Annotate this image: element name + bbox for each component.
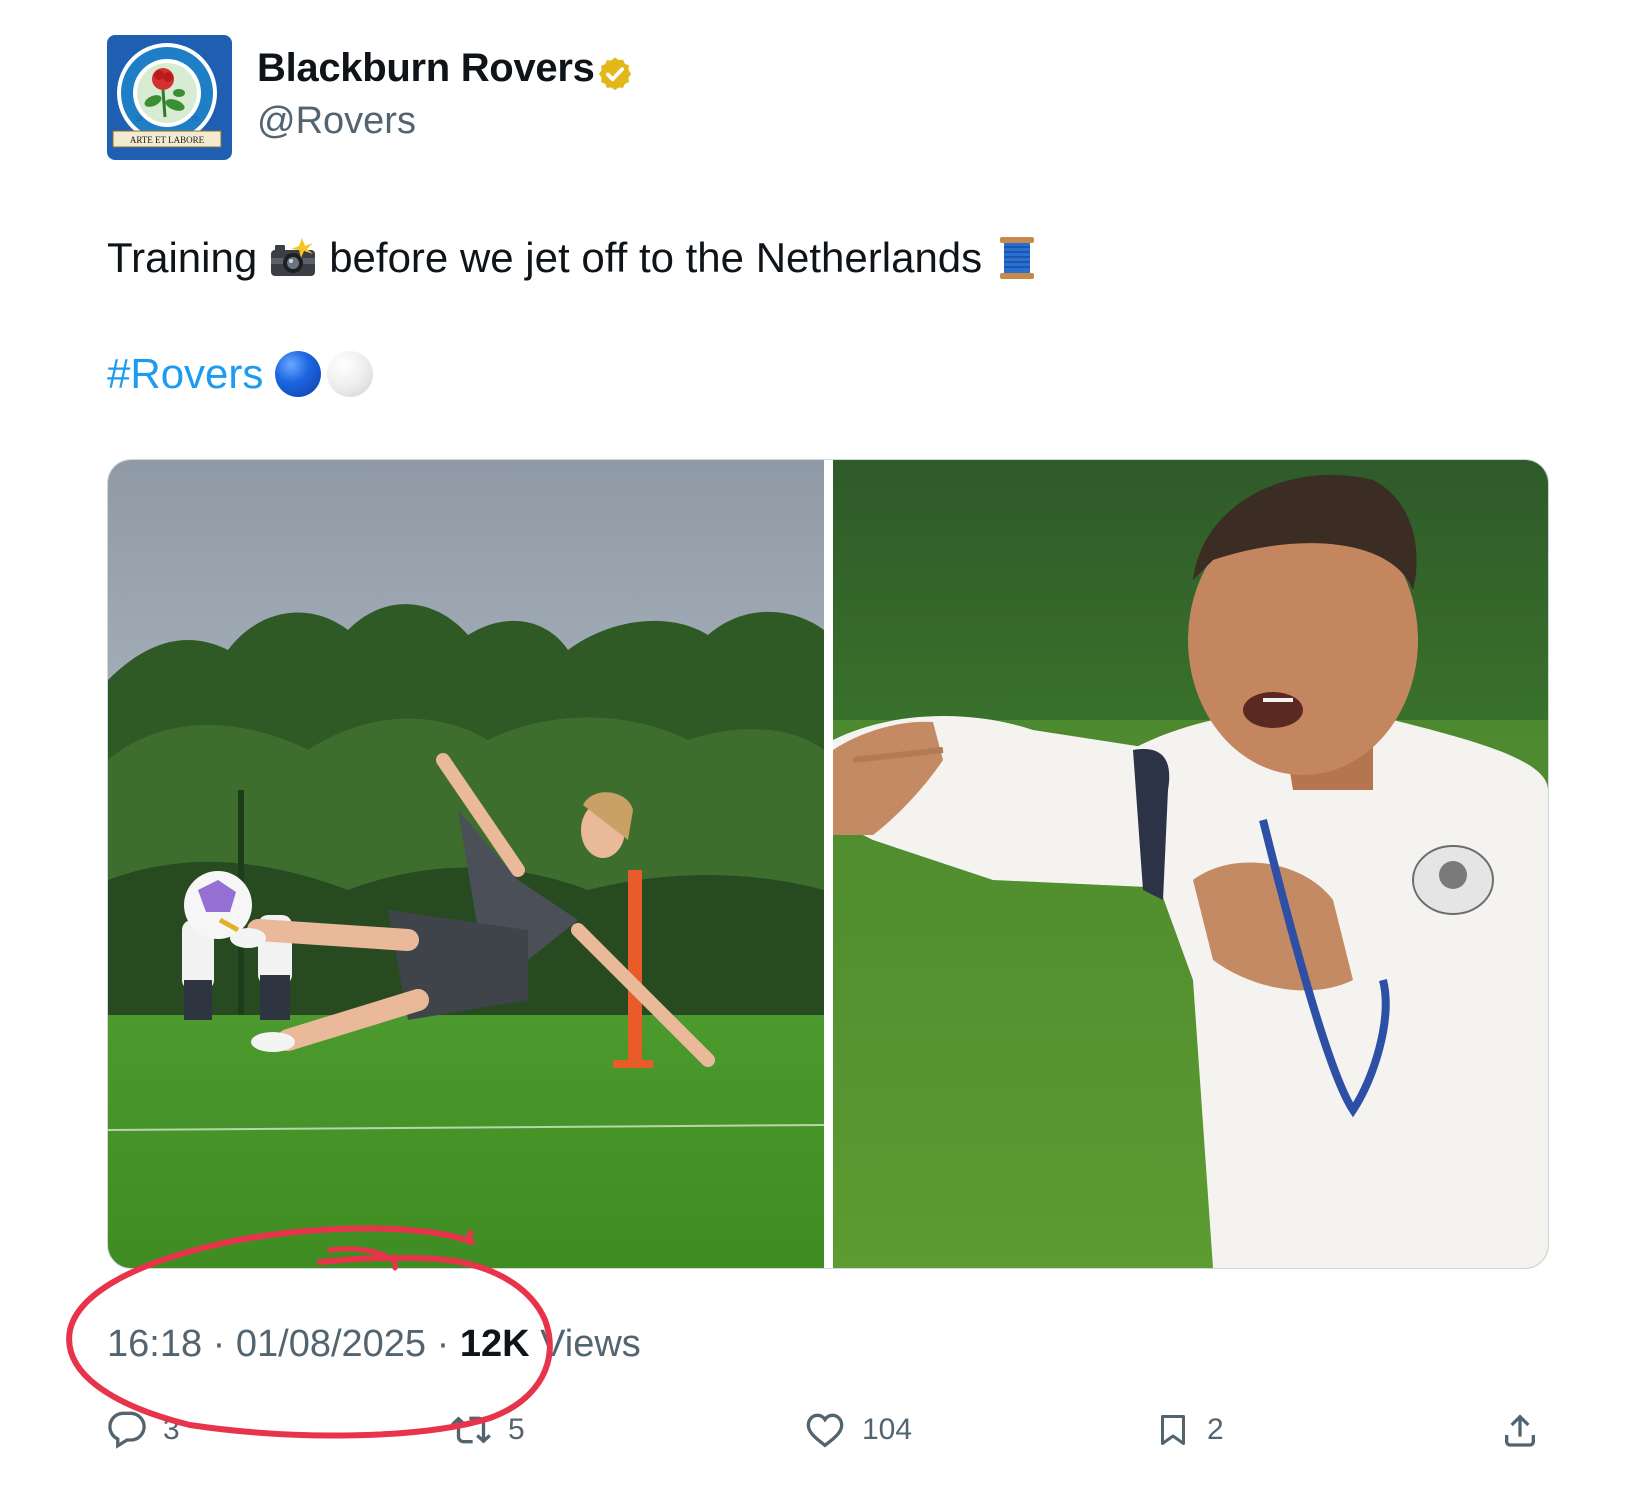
blue-circle-icon [275,351,322,397]
retweet-icon [451,1416,491,1444]
retweet-button[interactable]: 5 [450,1408,525,1452]
tweet-text: Training before we jet off to the Nether… [107,234,1036,282]
avatar-motto: ARTE ET LABORE [130,135,205,145]
tweet-text-part1: Training [107,234,258,281]
coach-pointing-photo[interactable] [833,460,1548,1268]
bookmark-icon [1161,1415,1185,1445]
author-handle[interactable]: @Rovers [257,100,416,143]
bookmark-button[interactable]: 2 [1155,1408,1224,1452]
meta-separator: · [426,1323,460,1365]
tweet-date[interactable]: 01/08/2025 [236,1323,426,1365]
views-count: 12K [459,1323,530,1365]
reply-count: 3 [163,1413,180,1446]
svg-text:75: 75 [191,116,199,123]
author-display-name[interactable]: Blackburn Rovers [257,46,595,91]
reply-icon [108,1411,146,1449]
like-count: 104 [862,1413,913,1446]
hashtag-link[interactable]: #Rovers [107,350,263,398]
avatar[interactable]: 18 75 ARTE ET LABORE [107,35,232,160]
white-circle-icon [327,351,374,397]
bookmark-count: 2 [1207,1413,1224,1446]
share-icon [1505,1414,1535,1447]
svg-text:18: 18 [135,116,143,123]
retweet-count: 5 [508,1413,525,1446]
spool-of-thread-icon [1000,237,1035,279]
meta-separator: · [202,1323,236,1365]
reply-button[interactable]: 3 [107,1408,180,1452]
heart-icon [806,1413,844,1448]
camera-with-flash-icon [271,238,316,276]
verified-gold-badge-icon [598,57,632,91]
share-button[interactable] [1500,1408,1540,1452]
tweet-text-part2: before we jet off to the Netherlands [329,234,983,281]
tweet-meta: 16:18 · 01/08/2025 · 12K Views [107,1323,641,1366]
player-diving-volley-photo[interactable] [108,460,824,1268]
tweet-time[interactable]: 16:18 [107,1323,202,1365]
tweet-card: 18 75 ARTE ET LABORE Blackburn Rovers @R… [0,0,1640,1493]
like-button[interactable]: 104 [804,1408,912,1452]
media-grid [107,459,1549,1269]
blackburn-rovers-crest-icon: 18 75 ARTE ET LABORE [107,35,232,160]
views-label: Views [540,1323,641,1365]
hashtag-line: #Rovers [107,350,374,398]
